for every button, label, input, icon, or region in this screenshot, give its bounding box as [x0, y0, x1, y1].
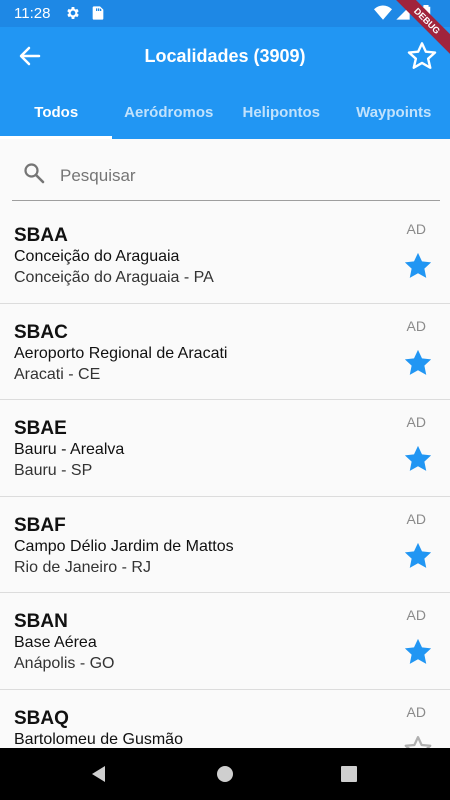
search-bar: [12, 151, 440, 201]
tab-aerodromos[interactable]: Aeródromos: [113, 85, 226, 139]
debug-banner: DEBUG: [390, 0, 450, 60]
tab-waypoints[interactable]: Waypoints: [338, 85, 450, 139]
location-type: AD: [406, 414, 426, 430]
location-code: SBAQ: [14, 707, 69, 729]
list-item[interactable]: SBAN Base Aérea Anápolis - GO AD: [0, 593, 450, 690]
tab-bar: Todos Aeródromos Helipontos Waypoints: [0, 85, 450, 139]
nav-back-icon[interactable]: [87, 762, 111, 786]
system-nav-bar: [0, 748, 450, 800]
location-name: Bauru - Arealva: [14, 441, 125, 458]
location-name: Conceição do Araguaia: [14, 248, 180, 265]
nav-home-icon[interactable]: [213, 762, 237, 786]
location-city: Bauru - SP: [14, 462, 93, 479]
page-title: Localidades (3909): [144, 46, 306, 66]
location-code: SBAN: [14, 611, 68, 632]
location-code: SBAA: [14, 225, 68, 246]
sd-card-icon: [92, 6, 104, 20]
location-name: Campo Délio Jardim de Mattos: [14, 537, 234, 555]
location-type: AD: [406, 221, 426, 237]
favorite-star-icon[interactable]: [403, 541, 433, 571]
tab-helipontos[interactable]: Helipontos: [225, 85, 338, 139]
location-name: Base Aérea: [14, 634, 97, 651]
location-city: Rio de Janeiro - RJ: [14, 558, 151, 576]
location-code: SBAF: [14, 514, 66, 536]
favorite-star-icon[interactable]: [403, 348, 433, 378]
location-name: Bartolomeu de Gusmão: [14, 730, 183, 748]
location-type: AD: [406, 703, 426, 720]
location-list: SBAA Conceição do Araguaia Conceição do …: [0, 207, 450, 748]
location-city: Aracati - CE: [14, 365, 101, 383]
favorite-star-icon[interactable]: [403, 444, 433, 474]
app-bar-row: Localidades (3909): [0, 27, 450, 85]
search-input[interactable]: [60, 161, 420, 191]
search-icon: [24, 163, 45, 184]
nav-recents-icon[interactable]: [337, 762, 361, 786]
location-name: Aeroporto Regional de Aracati: [14, 344, 228, 362]
location-type: AD: [406, 607, 426, 623]
app-bar: Localidades (3909) Todos Aeródromos Heli…: [0, 27, 450, 139]
tab-indicator: [0, 136, 112, 139]
location-code: SBAC: [14, 321, 68, 343]
favorite-star-icon[interactable]: [403, 637, 433, 667]
location-type: AD: [406, 317, 426, 334]
location-city: Anápolis - GO: [14, 655, 115, 672]
location-code: SBAE: [14, 418, 67, 439]
list-item[interactable]: SBAQ Bartolomeu de Gusmão AD: [0, 690, 450, 749]
list-item[interactable]: SBAF Campo Délio Jardim de Mattos Rio de…: [0, 497, 450, 593]
status-time: 11:28: [14, 5, 51, 22]
favorite-star-icon[interactable]: [403, 251, 433, 281]
list-item[interactable]: SBAE Bauru - Arealva Bauru - SP AD: [0, 400, 450, 497]
list-item[interactable]: SBAC Aeroporto Regional de Aracati Araca…: [0, 304, 450, 400]
favorite-star-outline-icon[interactable]: [403, 734, 433, 749]
location-type: AD: [406, 510, 426, 527]
settings-icon: [67, 7, 79, 19]
tab-todos[interactable]: Todos: [0, 85, 113, 139]
location-city: Conceição do Araguaia - PA: [14, 269, 214, 286]
debug-label: DEBUG: [390, 0, 450, 58]
status-bar: 11:28: [0, 0, 450, 27]
list-item[interactable]: SBAA Conceição do Araguaia Conceição do …: [0, 207, 450, 304]
